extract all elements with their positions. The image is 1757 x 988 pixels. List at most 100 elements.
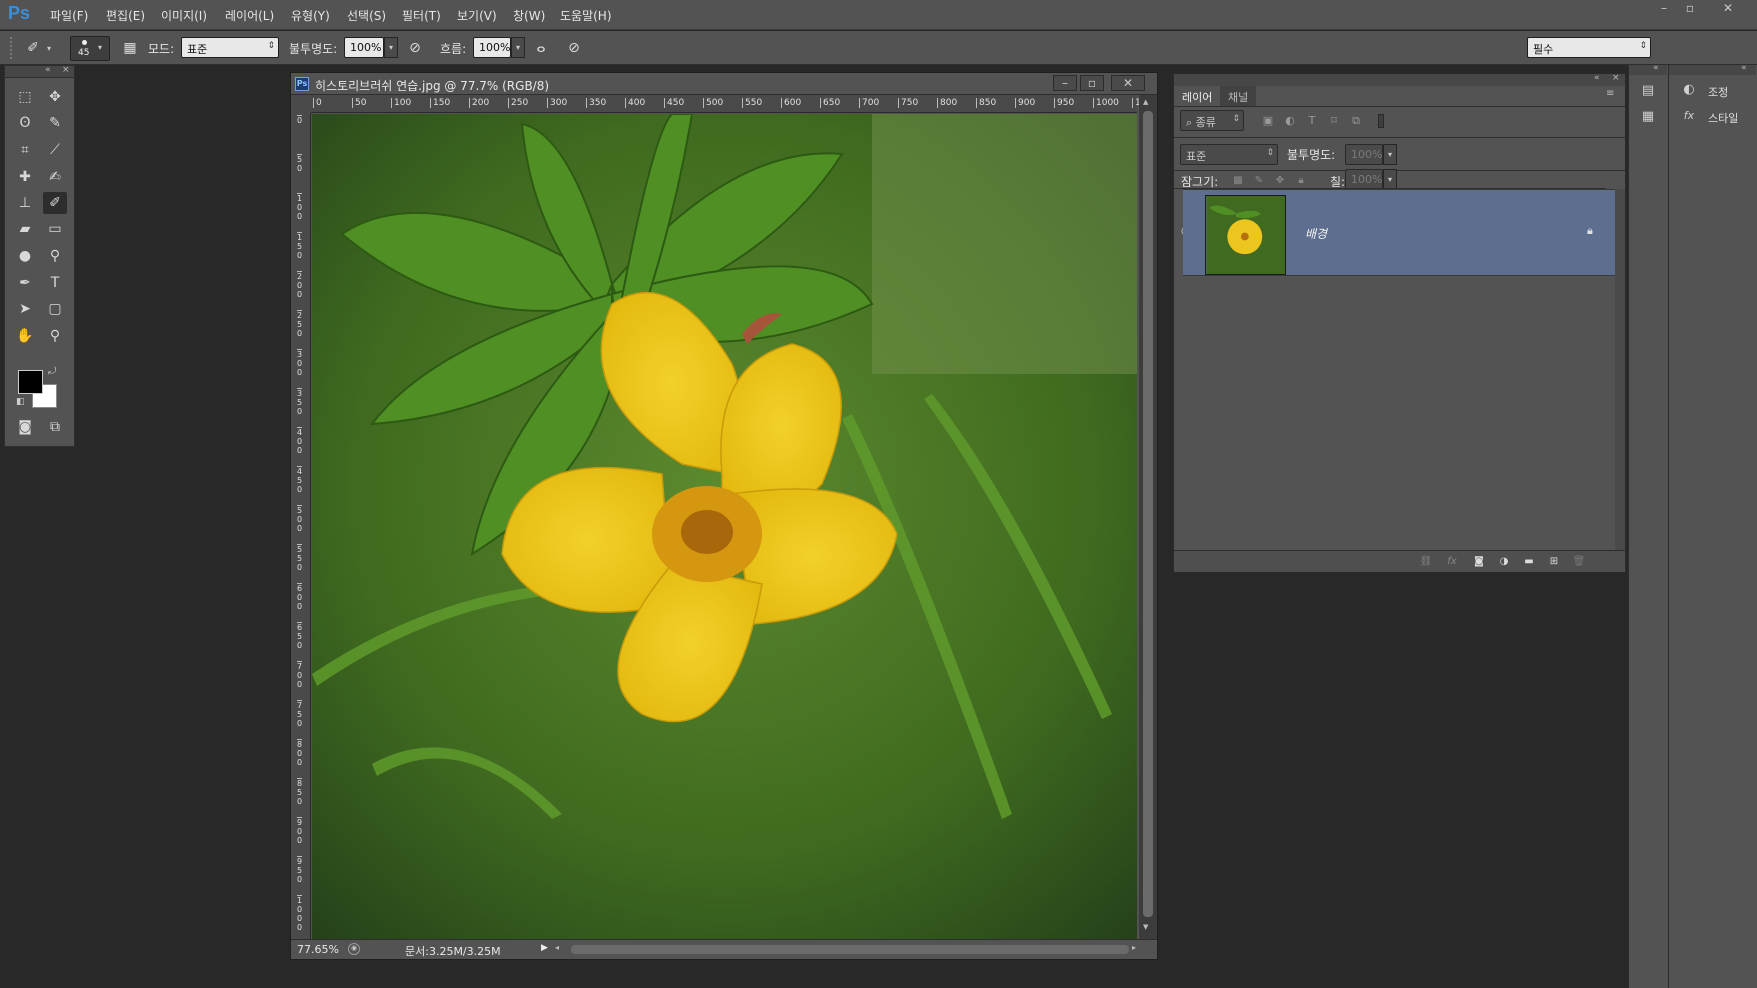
layers-scrollbar[interactable] <box>1615 189 1625 550</box>
menu-select[interactable]: 선택(S) <box>347 7 386 24</box>
filter-type-icon[interactable]: T <box>1302 111 1322 131</box>
brush-size-picker[interactable]: 45 ▾ <box>70 36 110 61</box>
pressure-size-icon[interactable]: ⊘ <box>563 38 585 58</box>
expand-icon[interactable]: « <box>1653 63 1659 73</box>
tab-channels[interactable]: 채널 <box>1220 86 1257 106</box>
screen-mode-icon[interactable]: ⧉ <box>43 416 67 438</box>
eraser-tool-icon[interactable]: ▰ <box>13 218 37 240</box>
eyedropper-tool-icon[interactable]: ⟋ <box>43 139 67 161</box>
app-maximize-button[interactable]: ▫ <box>1678 1 1702 17</box>
chevron-down-icon[interactable]: ▾ <box>47 44 51 53</box>
workspace-select[interactable]: 필수 ⇕ <box>1527 37 1651 58</box>
brush-tool-icon[interactable]: ✍ <box>43 166 67 188</box>
status-menu-arrow-icon[interactable]: ▶ <box>541 943 548 953</box>
move-tool-icon[interactable]: ✥ <box>43 86 67 108</box>
filter-smart-object-icon[interactable]: ⧉ <box>1346 111 1366 131</box>
zoom-tool-icon[interactable]: ⚲ <box>43 325 67 347</box>
delete-layer-icon[interactable]: 🗑︎ <box>1569 552 1589 572</box>
menu-image[interactable]: 이미지(I) <box>161 7 207 24</box>
clone-stamp-tool-icon[interactable]: ⊥ <box>13 192 37 214</box>
close-icon[interactable]: × <box>62 65 70 75</box>
link-layers-icon[interactable]: ⛓ <box>1416 552 1436 572</box>
new-group-icon[interactable]: ▬ <box>1519 552 1539 572</box>
lasso-tool-icon[interactable]: ʘ <box>13 112 37 134</box>
history-panel-icon[interactable]: ▤ <box>1638 81 1658 101</box>
doc-close-button[interactable]: ✕ <box>1111 75 1145 91</box>
flow-dropdown-button[interactable]: ▾ <box>511 37 525 58</box>
menu-edit[interactable]: 편집(E) <box>106 7 145 24</box>
horizontal-scroll-thumb[interactable] <box>571 945 1129 954</box>
blur-tool-icon[interactable]: ● <box>13 245 37 267</box>
path-selection-tool-icon[interactable]: ➤ <box>13 298 37 320</box>
marquee-tool-icon[interactable]: ⬚ <box>13 86 37 108</box>
history-brush-preset-icon[interactable]: ✐ <box>22 38 44 58</box>
scroll-left-arrow-icon[interactable]: ◂ <box>555 943 559 952</box>
menu-type[interactable]: 유형(Y) <box>291 7 330 24</box>
filter-adjustment-icon[interactable]: ◐ <box>1280 111 1300 131</box>
vertical-scrollbar[interactable]: ▲ ▼ <box>1139 95 1157 939</box>
tab-layers[interactable]: 레이어 <box>1174 86 1222 106</box>
fill-input[interactable]: 100% <box>1345 169 1383 190</box>
new-layer-icon[interactable]: ⊞ <box>1544 552 1564 572</box>
image-canvas[interactable] <box>312 114 1137 939</box>
styles-fx-icon[interactable]: fx <box>1679 106 1699 126</box>
quick-mask-icon[interactable]: ◙ <box>13 416 37 438</box>
layer-row-background[interactable]: 배경 🔒︎ <box>1183 189 1615 276</box>
layer-filter-select[interactable]: ⌕ 종류 ⇕ <box>1180 110 1244 131</box>
filter-shape-icon[interactable]: ⌑ <box>1324 111 1344 131</box>
menu-help[interactable]: 도움말(H) <box>560 7 612 24</box>
properties-panel-icon[interactable]: ▦ <box>1638 107 1658 127</box>
adjustments-label[interactable]: 조정 <box>1708 84 1728 100</box>
menu-layer[interactable]: 레이어(L) <box>225 7 274 24</box>
opacity-input[interactable]: 100% <box>344 37 384 58</box>
hand-tool-icon[interactable]: ✋ <box>13 325 37 347</box>
history-brush-tool-icon[interactable]: ✐ <box>43 192 67 214</box>
add-mask-icon[interactable]: ◙ <box>1469 552 1489 572</box>
layer-style-fx-icon[interactable]: fx <box>1442 552 1462 572</box>
layer-opacity-input[interactable]: 100% <box>1345 144 1383 165</box>
filter-pixel-icon[interactable]: ▣ <box>1258 111 1278 131</box>
menu-view[interactable]: 보기(V) <box>457 7 497 24</box>
crop-tool-icon[interactable]: ⌗ <box>13 139 37 161</box>
styles-label[interactable]: 스타일 <box>1708 110 1738 126</box>
menu-window[interactable]: 창(W) <box>513 7 545 24</box>
quick-selection-tool-icon[interactable]: ✎ <box>43 112 67 134</box>
collapse-icon[interactable]: « <box>45 65 51 75</box>
collapse-icon[interactable]: « <box>1594 73 1600 83</box>
pen-tool-icon[interactable]: ✒ <box>13 272 37 294</box>
vertical-scroll-thumb[interactable] <box>1143 111 1153 917</box>
scroll-up-arrow-icon[interactable]: ▲ <box>1143 98 1148 106</box>
doc-maximize-button[interactable]: ▫ <box>1080 75 1104 91</box>
gradient-tool-icon[interactable]: ▭ <box>43 218 67 240</box>
scroll-down-arrow-icon[interactable]: ▼ <box>1143 923 1148 931</box>
layer-opacity-dropdown[interactable]: ▾ <box>1383 144 1397 165</box>
dodge-tool-icon[interactable]: ⚲ <box>43 245 67 267</box>
app-minimize-button[interactable]: – <box>1652 1 1676 17</box>
close-icon[interactable]: × <box>1612 73 1620 83</box>
horizontal-ruler[interactable]: 0 50 100 150 200 250 300 350 400 450 500 550 600 650 7… <box>311 95 1146 113</box>
healing-brush-tool-icon[interactable]: ✚ <box>13 166 37 188</box>
new-adjustment-layer-icon[interactable]: ◑ <box>1494 552 1514 572</box>
filter-toggle[interactable] <box>1378 114 1384 128</box>
brush-panel-toggle-icon[interactable]: ▦ <box>119 38 141 58</box>
mode-select[interactable]: 표준 ⇕ <box>181 37 279 58</box>
zoom-level[interactable]: 77.65% <box>297 943 339 956</box>
layer-name[interactable]: 배경 <box>1305 225 1327 242</box>
pressure-opacity-icon[interactable]: ⊘ <box>404 38 426 58</box>
adjustments-icon[interactable]: ◐ <box>1679 80 1699 100</box>
document-title-bar[interactable]: Ps 히스토리브러쉬 연습.jpg @ 77.7% (RGB/8) – ▫ ✕ <box>291 73 1157 95</box>
info-icon[interactable]: ◉ <box>348 943 360 955</box>
flow-input[interactable]: 100% <box>473 37 511 58</box>
menu-file[interactable]: 파일(F) <box>50 7 88 24</box>
ruler-corner[interactable] <box>291 95 311 113</box>
vertical-ruler[interactable]: 0 5 0 1 0 0 1 5 0 2 0 0 2 5 0 3 0 0 3 5 0 4 0 0 4… <box>291 113 311 939</box>
opacity-dropdown-button[interactable]: ▾ <box>384 37 398 58</box>
expand-icon[interactable]: « <box>1741 63 1747 73</box>
type-tool-icon[interactable]: T <box>43 272 67 294</box>
fill-dropdown[interactable]: ▾ <box>1383 169 1397 190</box>
blend-mode-select[interactable]: 표준 ⇕ <box>1180 144 1278 165</box>
airbrush-icon[interactable]: ⴰ <box>530 38 552 58</box>
scroll-right-arrow-icon[interactable]: ▸ <box>1132 943 1136 952</box>
app-close-button[interactable]: ✕ <box>1716 1 1740 17</box>
default-colors-icon[interactable]: ◧ <box>16 397 25 407</box>
